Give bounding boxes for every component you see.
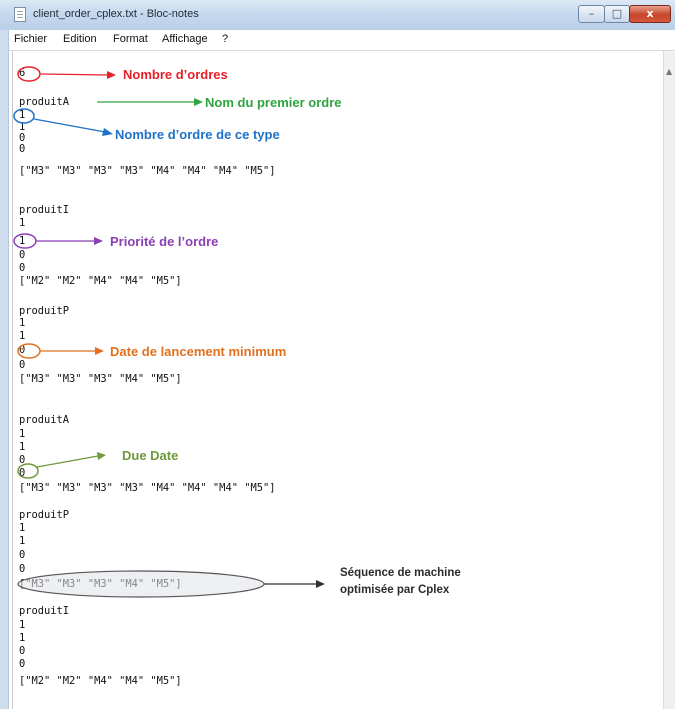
line-due-date: 0 xyxy=(19,563,26,575)
line-due-date: 0 xyxy=(19,262,26,274)
menu-bar: Fichier Edition Format Affichage ? xyxy=(0,30,675,51)
line-release-date: 0 xyxy=(19,249,26,261)
line-machine-sequence: ["M3" "M3" "M3" "M3" "M4" "M4" "M4" "M5"… xyxy=(19,165,276,177)
menu-affichage[interactable]: Affichage xyxy=(162,33,208,45)
line-priority: 1 xyxy=(19,441,26,453)
menu-format[interactable]: Format xyxy=(113,33,148,45)
menu-fichier[interactable]: Fichier xyxy=(14,33,47,45)
line-due-date: 0 xyxy=(19,658,26,670)
line-product-name: produitP xyxy=(19,305,70,317)
annotation-release-date: Date de lancement minimum xyxy=(110,344,287,359)
line-priority: 1 xyxy=(19,330,26,342)
line-release-date: 0 xyxy=(19,645,26,657)
window-title: client_order_cplex.txt - Bloc-notes xyxy=(33,8,199,20)
notepad-window: client_order_cplex.txt - Bloc-notes – □ … xyxy=(0,0,675,709)
scroll-up-arrow-icon[interactable]: ▲ xyxy=(666,67,672,76)
line-quantity: 1 xyxy=(19,217,26,229)
line-machine-sequence: ["M3" "M3" "M3" "M3" "M4" "M4" "M4" "M5"… xyxy=(19,482,276,494)
notepad-icon xyxy=(14,7,26,22)
annotation-due-date: Due Date xyxy=(122,448,179,463)
line-quantity: 1 xyxy=(19,619,26,631)
annotation-sequence-line2: optimisée par Cplex xyxy=(340,584,450,596)
line-product-name: produitA xyxy=(19,414,70,426)
line-due-date: 0 xyxy=(19,467,26,479)
annotation-order-count: Nombre d’ordres xyxy=(123,67,228,82)
close-button[interactable]: x xyxy=(629,5,671,23)
annotation-first-order-name: Nom du premier ordre xyxy=(205,95,342,110)
line-quantity: 1 xyxy=(19,317,26,329)
annotation-order-type-count: Nombre d’ordre de ce type xyxy=(115,127,280,142)
line-order-count: 6 xyxy=(19,67,26,79)
line-release-date: 0 xyxy=(19,344,26,356)
annotation-sequence-line1: Séquence de machine xyxy=(340,567,461,579)
line-product-name: produitI xyxy=(19,204,70,216)
line-due-date: 0 xyxy=(19,143,26,155)
line-quantity: 1 xyxy=(19,522,26,534)
line-product-name: produitP xyxy=(19,509,70,521)
line-machine-sequence: ["M2" "M2" "M4" "M4" "M5"] xyxy=(19,675,182,687)
line-machine-sequence: ["M2" "M2" "M4" "M4" "M5"] xyxy=(19,275,182,287)
line-priority: 1 xyxy=(19,535,26,547)
line-product-name: produitA xyxy=(19,96,70,108)
line-priority: 1 xyxy=(19,632,26,644)
window-frame-left xyxy=(0,30,9,709)
title-bar[interactable]: client_order_cplex.txt - Bloc-notes – □ … xyxy=(0,0,675,31)
line-quantity: 1 xyxy=(19,109,26,121)
line-quantity: 1 xyxy=(19,428,26,440)
vertical-scrollbar[interactable]: ▲ xyxy=(663,51,675,709)
line-due-date: 0 xyxy=(19,359,26,371)
line-release-date: 0 xyxy=(19,454,26,466)
line-product-name: produitI xyxy=(19,605,70,617)
line-machine-sequence: ["M3" "M3" "M3" "M4" "M5"] xyxy=(19,578,182,590)
line-machine-sequence: ["M3" "M3" "M3" "M4" "M5"] xyxy=(19,373,182,385)
menu-help[interactable]: ? xyxy=(222,33,228,45)
line-priority: 1 xyxy=(19,235,26,247)
annotation-priority: Priorité de l’ordre xyxy=(110,234,219,249)
menu-edition[interactable]: Edition xyxy=(63,33,97,45)
line-release-date: 0 xyxy=(19,549,26,561)
maximize-button[interactable]: □ xyxy=(604,5,630,23)
minimize-button[interactable]: – xyxy=(578,5,605,23)
